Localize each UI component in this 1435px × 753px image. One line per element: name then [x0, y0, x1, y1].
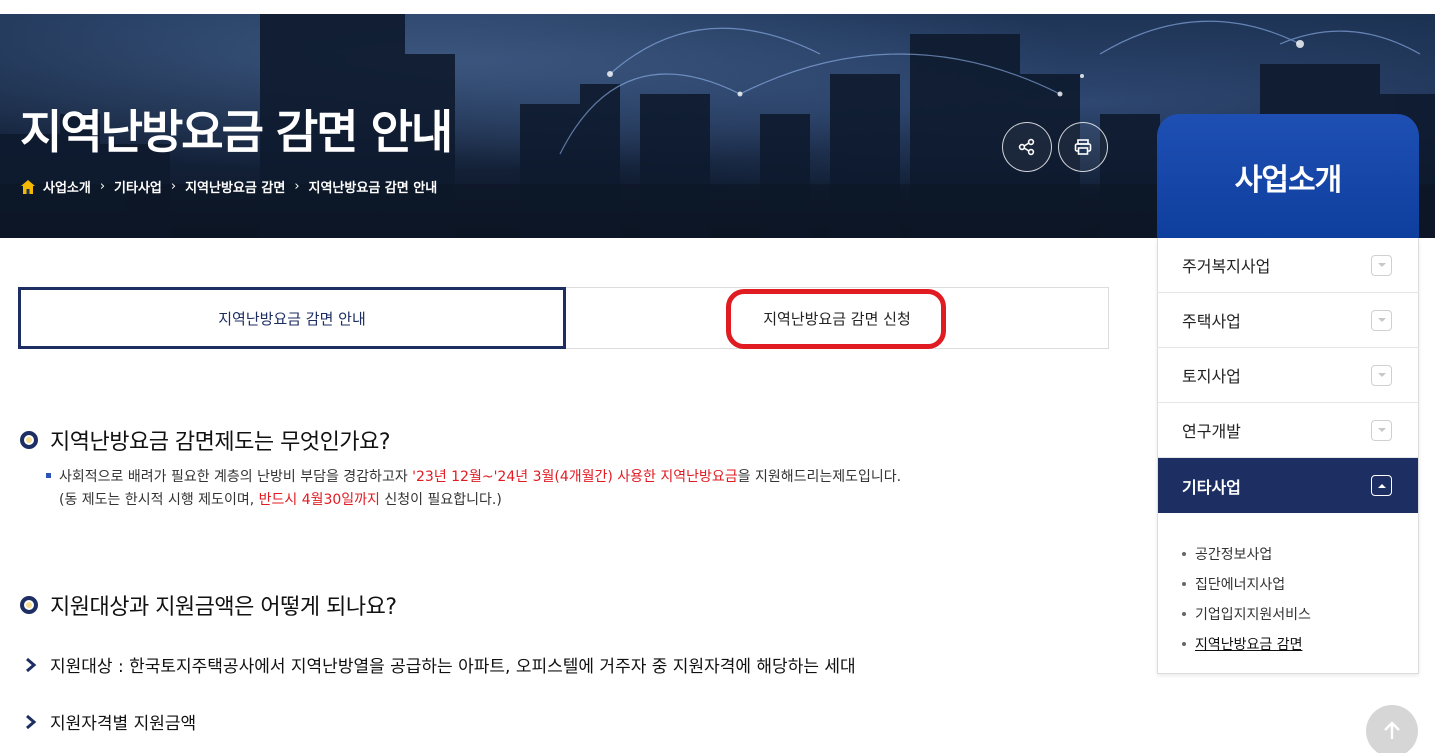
section-heading: 지원대상과 지원금액은 어떻게 되나요?	[20, 589, 397, 621]
home-icon[interactable]	[20, 179, 36, 195]
chevron-down-icon[interactable]	[1371, 254, 1392, 276]
tab-application[interactable]: 지역난방요금 감면 신청	[566, 288, 1108, 349]
chevron-right-icon	[26, 657, 37, 672]
breadcrumb-item[interactable]: 기타사업	[114, 177, 162, 196]
chevron-right-icon	[26, 714, 37, 729]
sidebar-item-label: 토지사업	[1182, 367, 1241, 386]
chevron-right-icon: ›	[170, 179, 177, 194]
sidebar-item-land[interactable]: 토지사업	[1158, 348, 1418, 403]
sidebar-item-label: 주택사업	[1182, 312, 1241, 331]
print-icon	[1074, 139, 1092, 155]
sidebar-menu: 주거복지사업 주택사업 토지사업 연구개발 기타사업 공간정보사업 집단에너지사…	[1157, 238, 1419, 674]
chevron-down-icon[interactable]	[1371, 364, 1392, 386]
chevron-right-icon: ›	[99, 179, 106, 194]
list-item: 지원자격별 지원금액	[24, 709, 196, 734]
highlight-annotation	[726, 289, 946, 349]
sidebar-item-label: 주거복지사업	[1182, 257, 1271, 276]
section-paragraph: 사회적으로 배려가 필요한 계층의 난방비 부담을 경감하고자 '23년 12월…	[46, 466, 901, 512]
content-tabs: 지역난방요금 감면 안내 지역난방요금 감면 신청	[18, 287, 1109, 349]
section-heading: 지역난방요금 감면제도는 무엇인가요?	[20, 424, 391, 456]
chevron-up-icon[interactable]	[1371, 475, 1392, 496]
chevron-right-icon: ›	[294, 179, 300, 194]
sidebar-item-housing[interactable]: 주택사업	[1158, 293, 1418, 348]
sidebar-item-label: 기타사업	[1182, 477, 1241, 497]
submenu-item[interactable]: 기업입지지원서비스	[1182, 599, 1418, 629]
sidebar-item-label: 연구개발	[1182, 422, 1241, 441]
ring-bullet-icon	[20, 431, 38, 449]
submenu-item[interactable]: 집단에너지사업	[1182, 569, 1418, 599]
share-icon	[1018, 138, 1035, 156]
arrow-up-icon	[1384, 721, 1400, 739]
sidebar-item-other-business[interactable]: 기타사업	[1158, 458, 1418, 513]
print-button[interactable]	[1058, 122, 1108, 172]
sidebar-item-research[interactable]: 연구개발	[1158, 403, 1418, 458]
submenu-item-current[interactable]: 지역난방요금 감면	[1182, 629, 1418, 659]
scroll-top-button[interactable]	[1366, 705, 1418, 753]
chevron-down-icon[interactable]	[1371, 419, 1392, 441]
sidebar-title: 사업소개	[1157, 114, 1419, 239]
sidebar-item-housing-welfare[interactable]: 주거복지사업	[1158, 238, 1418, 293]
share-button[interactable]	[1002, 122, 1052, 172]
ring-bullet-icon	[20, 596, 38, 614]
breadcrumb-item-current: 지역난방요금 감면 안내	[308, 181, 438, 196]
tab-info[interactable]: 지역난방요금 감면 안내	[18, 287, 566, 349]
breadcrumb-item[interactable]: 지역난방요금 감면	[185, 177, 285, 196]
breadcrumb: 사업소개 › 기타사업 › 지역난방요금 감면 › 지역난방요금 감면 안내	[20, 177, 437, 196]
chevron-down-icon[interactable]	[1371, 309, 1392, 331]
submenu-item[interactable]: 공간정보사업	[1182, 539, 1418, 569]
breadcrumb-item[interactable]: 사업소개	[43, 177, 91, 196]
sidebar-submenu: 공간정보사업 집단에너지사업 기업입지지원서비스 지역난방요금 감면	[1158, 513, 1418, 659]
page-title: 지역난방요금 감면 안내	[20, 105, 453, 159]
tab-label: 지역난방요금 감면 안내	[218, 309, 366, 328]
square-bullet-icon	[46, 472, 51, 478]
list-item: 지원대상 : 한국토지주택공사에서 지역난방열을 공급하는 아파트, 오피스텔에…	[24, 652, 856, 677]
